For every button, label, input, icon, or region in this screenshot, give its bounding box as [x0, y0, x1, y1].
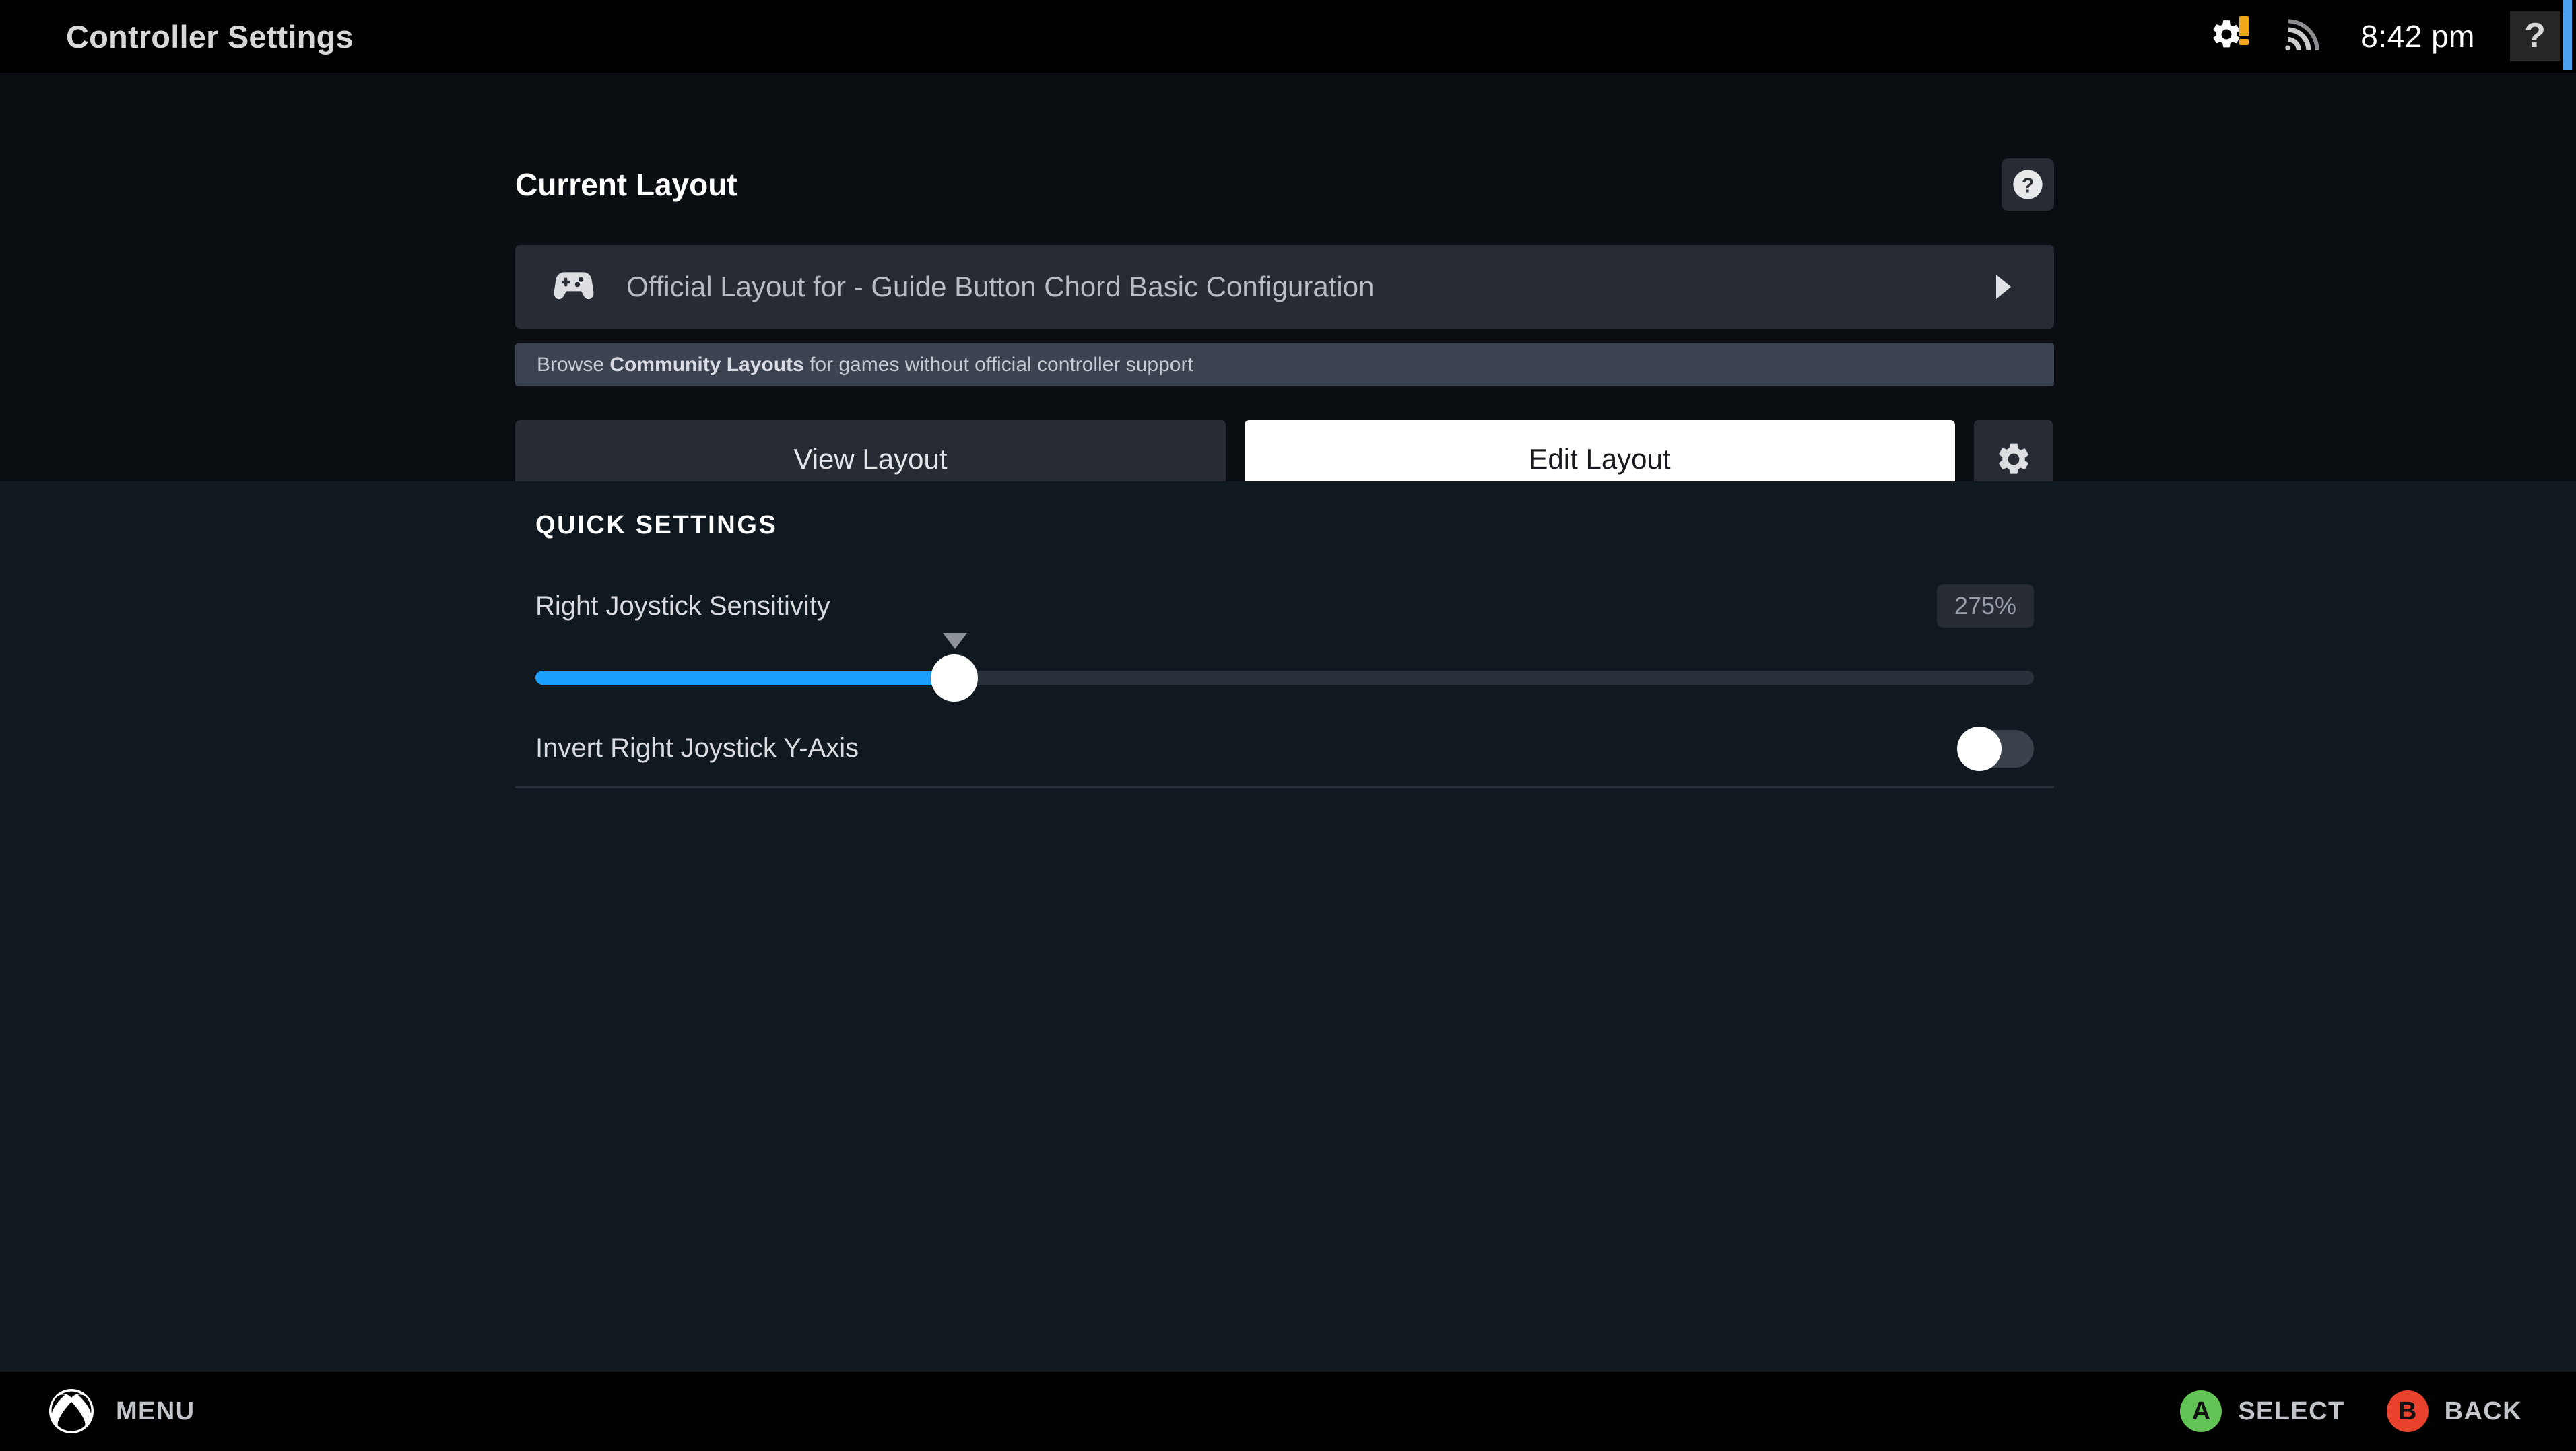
- sensitivity-setting-row: Right Joystick Sensitivity 275%: [515, 579, 2054, 710]
- slider-fill: [535, 671, 949, 685]
- alert-badge-icon: [2239, 16, 2249, 45]
- current-layout-row[interactable]: Official Layout for - Guide Button Chord…: [515, 245, 2054, 329]
- quick-settings-title: QUICK SETTINGS: [535, 511, 778, 539]
- section-help-button[interactable]: ?: [2002, 158, 2054, 211]
- slider-track[interactable]: [535, 671, 2034, 685]
- sensitivity-header: Right Joystick Sensitivity 275%: [515, 579, 2054, 633]
- gamepad-icon: [552, 269, 595, 304]
- back-action[interactable]: B BACK: [2386, 1390, 2522, 1432]
- sensitivity-label: Right Joystick Sensitivity: [535, 590, 830, 621]
- svg-text:?: ?: [2022, 174, 2035, 197]
- slider-default-marker-icon: [943, 633, 967, 649]
- focus-accent-bar: [2563, 0, 2572, 70]
- a-button-icon: A: [2180, 1390, 2222, 1432]
- sensitivity-value-badge: 275%: [1936, 584, 2034, 628]
- invert-label: Invert Right Joystick Y-Axis: [535, 733, 859, 763]
- invert-y-axis-toggle[interactable]: [1957, 726, 2034, 771]
- invert-row-inner: Invert Right Joystick Y-Axis: [515, 710, 2054, 788]
- section-title: Current Layout: [515, 167, 737, 202]
- chevron-right-icon: [1995, 275, 2012, 299]
- current-layout-header: Current Layout ?: [515, 158, 2054, 211]
- community-prefix: Browse: [537, 353, 610, 376]
- slider-handle[interactable]: [931, 654, 978, 702]
- community-bold: Community Layouts: [609, 353, 804, 376]
- header-status-area: 8:42 pm ?: [2210, 0, 2576, 73]
- header-help-button[interactable]: ?: [2510, 0, 2572, 70]
- toggle-knob: [1957, 726, 2002, 771]
- select-label: SELECT: [2238, 1396, 2345, 1425]
- xbox-logo-icon: [47, 1387, 96, 1436]
- help-question-icon: ?: [2524, 15, 2546, 55]
- top-header-bar: Controller Settings 8:42 pm ?: [0, 0, 2576, 73]
- current-layout-panel: Current Layout ? Official Layout for - G…: [0, 73, 2576, 498]
- b-button-icon: B: [2386, 1390, 2429, 1432]
- invert-y-axis-setting-row: Invert Right Joystick Y-Axis: [515, 710, 2054, 788]
- community-suffix: for games without official controller su…: [803, 353, 1193, 376]
- system-gear-status-icon[interactable]: [2210, 16, 2249, 55]
- back-label: BACK: [2444, 1396, 2522, 1425]
- wifi-icon[interactable]: [2282, 18, 2321, 55]
- sensitivity-slider[interactable]: [535, 633, 2034, 710]
- community-layouts-banner[interactable]: Browse Community Layouts for games witho…: [515, 343, 2054, 386]
- page-title: Controller Settings: [66, 18, 354, 55]
- community-layouts-text: Browse Community Layouts for games witho…: [537, 353, 1193, 376]
- layout-name-label: Official Layout for - Guide Button Chord…: [626, 271, 1375, 302]
- bottom-action-bar: MENU A SELECT B BACK: [0, 1372, 2576, 1451]
- system-clock: 8:42 pm: [2360, 19, 2475, 54]
- menu-label: MENU: [116, 1396, 195, 1425]
- footer-button-hints: A SELECT B BACK: [2138, 1390, 2522, 1432]
- menu-action[interactable]: MENU: [47, 1387, 195, 1436]
- quick-settings-panel: QUICK SETTINGS Right Joystick Sensitivit…: [0, 481, 2576, 1384]
- select-action[interactable]: A SELECT: [2180, 1390, 2344, 1432]
